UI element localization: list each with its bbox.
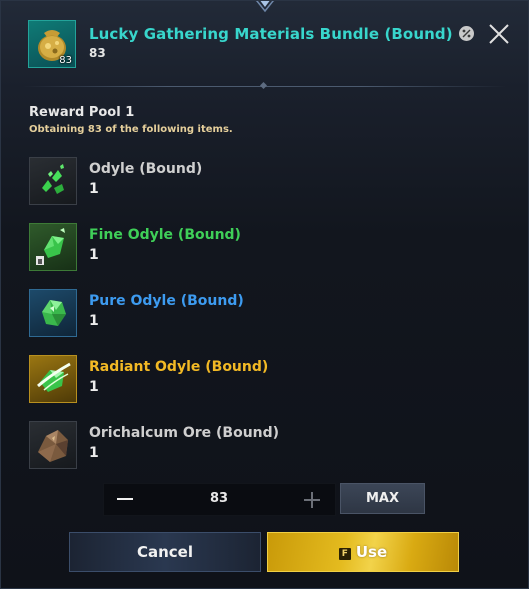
- fine-odyle-icon: [29, 223, 77, 271]
- close-icon[interactable]: [485, 20, 513, 48]
- reward-item[interactable]: Fine Odyle (Bound) 1: [29, 223, 499, 273]
- item-quantity: 1: [89, 379, 99, 395]
- item-use-dialog: 83 Lucky Gathering Materials Bundle (Bou…: [0, 0, 529, 589]
- max-button[interactable]: MAX: [340, 483, 425, 514]
- item-quantity: 1: [89, 445, 99, 461]
- key-hint-f: F: [338, 548, 351, 560]
- item-name: Radiant Odyle (Bound): [89, 359, 269, 375]
- percent-badge-icon: [458, 26, 474, 41]
- odyle-icon: [29, 157, 77, 205]
- cancel-button[interactable]: Cancel: [69, 532, 261, 572]
- reward-pool-title: Reward Pool 1: [29, 105, 135, 120]
- use-button-label: Use: [355, 543, 388, 561]
- pure-odyle-icon: [29, 289, 77, 337]
- use-button[interactable]: F Use: [267, 532, 459, 572]
- quantity-value[interactable]: 83: [164, 491, 274, 506]
- reward-item[interactable]: Pure Odyle (Bound) 1: [29, 289, 499, 339]
- reward-item[interactable]: Orichalcum Ore (Bound) 1: [29, 421, 499, 471]
- divider-diamond-icon: [260, 82, 267, 89]
- item-name: Pure Odyle (Bound): [89, 293, 244, 309]
- item-quantity: 1: [89, 247, 99, 263]
- item-title: Lucky Gathering Materials Bundle (Bound): [89, 25, 474, 43]
- item-quantity: 1: [89, 181, 99, 197]
- reward-item[interactable]: Odyle (Bound) 1: [29, 157, 499, 207]
- item-title-text: Lucky Gathering Materials Bundle (Bound): [89, 25, 453, 43]
- plus-icon[interactable]: [301, 490, 323, 510]
- quantity-stepper: 83: [103, 483, 336, 516]
- item-name: Fine Odyle (Bound): [89, 227, 241, 243]
- owned-count: 83: [89, 46, 106, 60]
- bundle-icon-count: 83: [59, 55, 72, 66]
- dialog-header: 83 Lucky Gathering Materials Bundle (Bou…: [1, 1, 528, 87]
- item-name: Odyle (Bound): [89, 161, 203, 177]
- bundle-pouch-icon: 83: [28, 20, 76, 68]
- reward-item[interactable]: Radiant Odyle (Bound) 1: [29, 355, 499, 405]
- minus-icon[interactable]: [114, 491, 136, 507]
- item-quantity: 1: [89, 313, 99, 329]
- reward-pool-subtitle: Obtaining 83 of the following items.: [29, 124, 233, 135]
- item-name: Orichalcum Ore (Bound): [89, 425, 280, 441]
- orichalcum-ore-icon: [29, 421, 77, 469]
- radiant-odyle-icon: [29, 355, 77, 403]
